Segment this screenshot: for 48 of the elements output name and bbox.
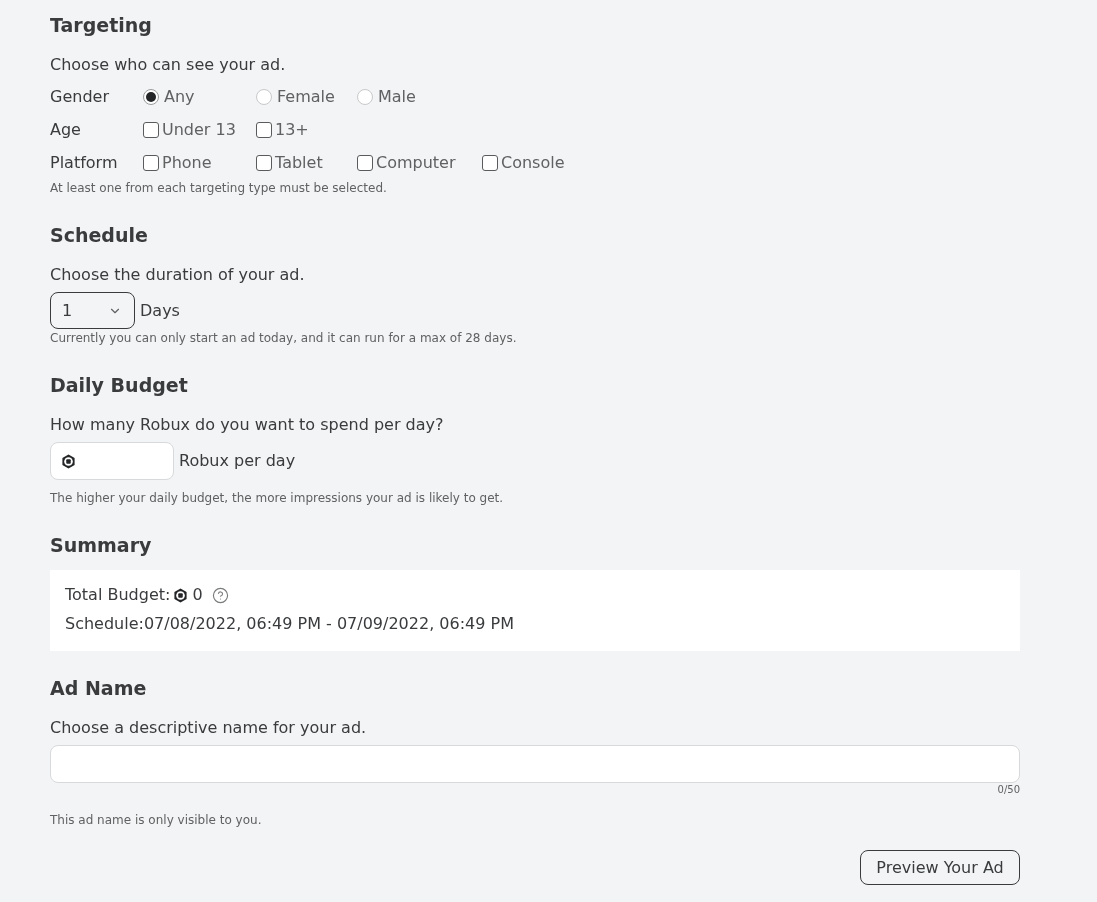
checkbox[interactable] — [143, 154, 159, 171]
duration-unit: Days — [140, 299, 180, 322]
summary-value: 07/08/2022, 06:49 PM - 07/09/2022, 06:49 PM — [143, 613, 514, 635]
section-prompt: Choose a descriptive name for your ad. — [50, 717, 368, 739]
radio-button[interactable] — [256, 88, 272, 105]
helper-note: Currently you can only start an ad today, and it can run for a max of 28 days. — [50, 330, 518, 346]
checkbox-label[interactable]: 13+ — [275, 117, 309, 142]
helper-note: At least one from each targeting type must be selected. — [50, 180, 388, 196]
targeting-label: Platform — [50, 151, 119, 174]
section-heading: Daily Budget — [50, 373, 189, 398]
helper-note: The higher your daily budget, the more impressions your ad is likely to get. — [50, 490, 505, 506]
section-prompt: Choose who can see your ad. — [50, 54, 287, 76]
robux-icon — [61, 453, 76, 469]
duration-select[interactable]: 1 — [50, 292, 135, 329]
checkbox-label[interactable]: Phone — [162, 150, 212, 175]
checkbox[interactable] — [256, 121, 272, 138]
checkbox-label[interactable]: Computer — [376, 150, 456, 175]
section-heading: Schedule — [50, 223, 149, 248]
help-icon[interactable] — [211, 586, 229, 604]
radio-button[interactable] — [357, 88, 373, 105]
summary-label: Total Budget: — [65, 584, 171, 606]
budget-unit: Robux per day — [179, 450, 296, 472]
summary-value: 0 — [192, 584, 203, 606]
checkbox[interactable] — [143, 121, 159, 138]
section-heading: Summary — [50, 533, 153, 558]
checkbox[interactable] — [256, 154, 272, 171]
radio-button[interactable] — [143, 88, 159, 105]
radio-label[interactable]: Female — [277, 84, 335, 109]
checkbox-label[interactable]: Tablet — [275, 150, 323, 175]
section-heading: Ad Name — [50, 676, 148, 701]
radio-label[interactable]: Male — [378, 84, 416, 109]
helper-note: This ad name is only visible to you. — [50, 812, 263, 828]
radio-label[interactable]: Any — [164, 84, 195, 109]
checkbox-label[interactable]: Console — [501, 150, 565, 175]
checkbox[interactable] — [357, 154, 373, 171]
checkbox-label[interactable]: Under 13 — [162, 117, 236, 142]
preview-ad-button[interactable]: Preview Your Ad — [860, 850, 1020, 885]
summary-label: Schedule: — [65, 613, 144, 635]
section-prompt: How many Robux do you want to spend per day? — [50, 414, 445, 436]
targeting-label: Gender — [50, 85, 110, 108]
checkbox[interactable] — [482, 154, 498, 171]
robux-icon — [173, 587, 189, 603]
section-heading: Targeting — [50, 13, 153, 38]
robux-input[interactable] — [50, 442, 174, 480]
targeting-label: Age — [50, 118, 82, 141]
character-counter: 0/50 — [997, 784, 1020, 796]
ad-name-input[interactable] — [50, 745, 1020, 783]
section-prompt: Choose the duration of your ad. — [50, 264, 306, 286]
